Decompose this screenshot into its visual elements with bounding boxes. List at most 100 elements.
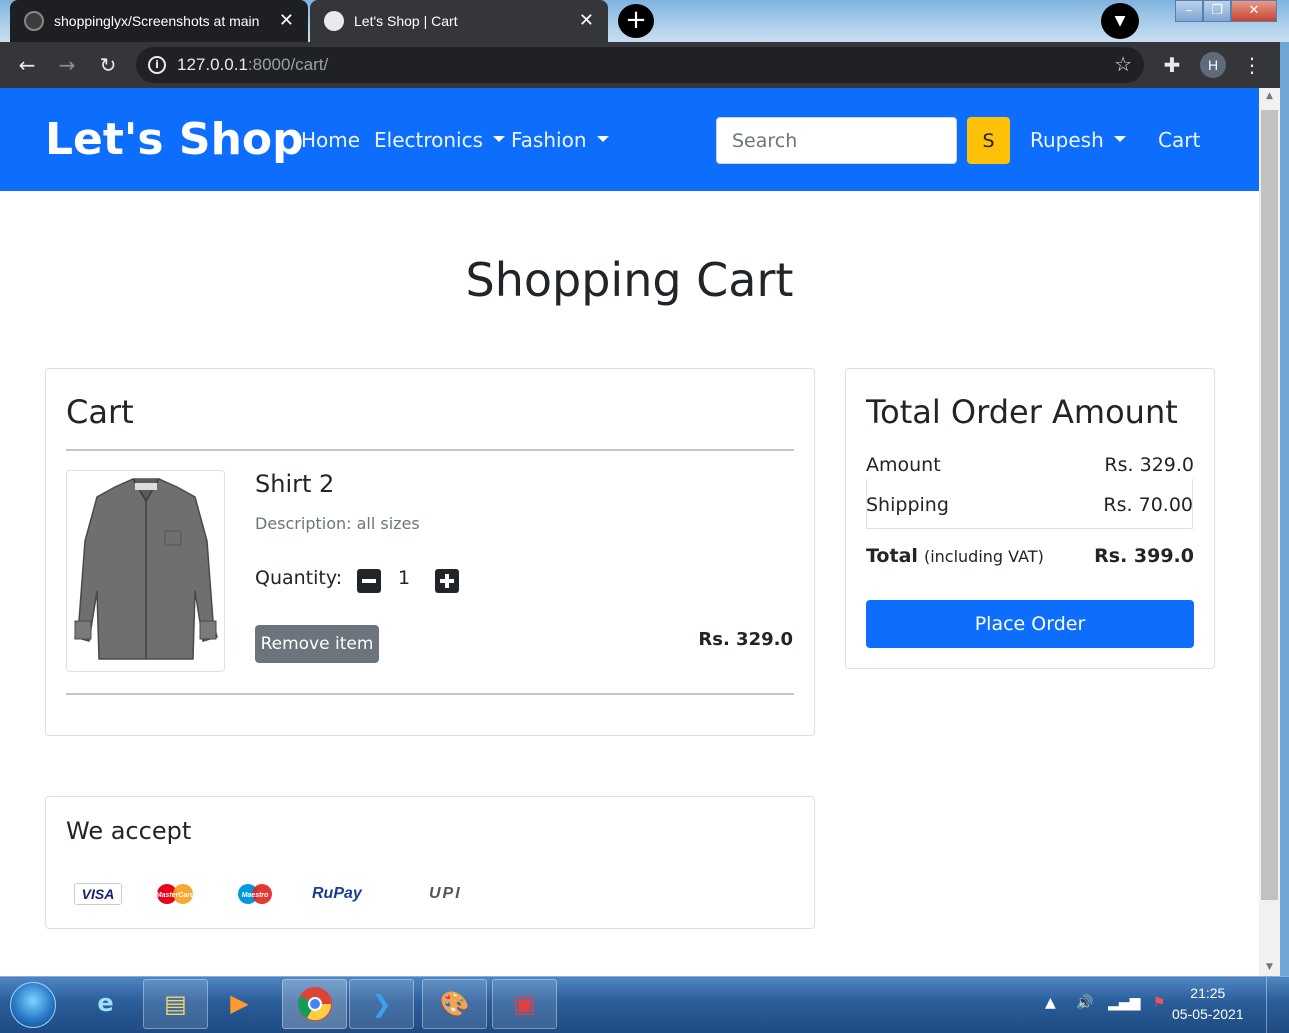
order-summary-card: Total Order Amount Amount Rs. 329.0 Ship… xyxy=(845,368,1215,669)
item-description: Description: all sizes xyxy=(255,514,420,533)
product-image xyxy=(66,470,225,672)
caret-down-icon xyxy=(493,136,506,142)
browser-tab-github[interactable]: shoppinglyx/Screenshots at main ✕ xyxy=(10,0,308,42)
browser-tab-strip: shoppinglyx/Screenshots at main ✕ Let's … xyxy=(0,0,1289,42)
cart-card: Cart Shirt 2 Description: all sizes Quan… xyxy=(45,368,815,736)
nav-user-dropdown[interactable]: Rupesh xyxy=(1030,128,1126,152)
divider xyxy=(66,693,794,695)
browser-toolbar: ← → ↻ i 127.0.0.1:8000/cart/ ☆ ✚ ⋮ xyxy=(0,42,1280,88)
system-clock[interactable]: 21:25 05-05-2021 xyxy=(1172,983,1244,1025)
reload-icon[interactable]: ↻ xyxy=(95,52,121,78)
total-label-group: Total (including VAT) xyxy=(866,545,1044,567)
nav-electronics-label: Electronics xyxy=(374,128,484,152)
quantity-value: 1 xyxy=(398,567,411,589)
page-title: Shopping Cart xyxy=(465,253,794,307)
url-host: 127.0.0.1 xyxy=(177,55,248,74)
item-name: Shirt 2 xyxy=(255,470,335,498)
payment-methods-card: We accept VISA MasterCard Maestro RuPay … xyxy=(45,796,815,929)
clock-time: 21:25 xyxy=(1190,985,1226,1001)
amount-label: Amount xyxy=(866,454,941,476)
search-button[interactable]: S xyxy=(967,117,1010,164)
file-explorer-icon[interactable]: ▤ xyxy=(143,979,208,1029)
mastercard-logo-icon: MasterCard xyxy=(150,883,200,905)
page-viewport: Let's Shop Home Electronics Fashion S Ru… xyxy=(0,88,1259,976)
window-controls: – ❐ ✕ xyxy=(1175,0,1277,22)
shipping-label: Shipping xyxy=(866,494,949,516)
order-summary-heading: Total Order Amount xyxy=(866,393,1178,431)
upi-logo-icon: UPI xyxy=(429,885,462,902)
action-center-flag-icon[interactable]: ⚑ xyxy=(1153,995,1166,1011)
item-price: Rs. 329.0 xyxy=(698,629,793,650)
scroll-up-arrow-icon[interactable]: ▲ xyxy=(1259,88,1280,105)
total-value: Rs. 399.0 xyxy=(1094,545,1194,567)
network-signal-icon[interactable]: ▂▄▆ xyxy=(1108,995,1140,1011)
profile-avatar[interactable]: H xyxy=(1200,52,1226,78)
github-favicon-icon xyxy=(24,11,44,31)
payment-heading: We accept xyxy=(66,817,192,845)
paint-palette-icon[interactable]: 🎨 xyxy=(422,979,487,1029)
tab-title: shoppinglyx/Screenshots at main xyxy=(54,13,260,29)
mastercard-logo-text: MasterCard xyxy=(156,892,195,899)
kebab-menu-icon[interactable]: ⋮ xyxy=(1239,52,1265,78)
address-bar[interactable]: i 127.0.0.1:8000/cart/ ☆ xyxy=(136,47,1144,83)
minimize-window-icon[interactable]: – xyxy=(1175,0,1203,22)
close-window-icon[interactable]: ✕ xyxy=(1231,0,1277,22)
cart-heading: Cart xyxy=(66,393,134,431)
amount-value: Rs. 329.0 xyxy=(1104,454,1194,476)
show-hidden-icons-icon[interactable]: ▲ xyxy=(1045,995,1056,1011)
windows-taskbar: e ▤ ▶ ❯ 🎨 ▣ ▲ 🔊 ▂▄▆ ⚑ 21:25 05-05-2021 xyxy=(0,976,1289,1033)
url-text[interactable]: 127.0.0.1:8000/cart/ xyxy=(177,55,328,75)
maestro-logo-text: Maestro xyxy=(242,892,270,899)
tab-title: Let's Shop | Cart xyxy=(354,13,458,29)
nav-home[interactable]: Home xyxy=(301,128,360,152)
internet-explorer-icon[interactable]: e xyxy=(73,979,138,1029)
vscode-icon[interactable]: ❯ xyxy=(349,979,414,1029)
tab-close-icon[interactable]: ✕ xyxy=(279,10,294,31)
rupay-logo-icon: RuPay xyxy=(312,885,362,902)
nav-fashion-label: Fashion xyxy=(511,128,587,152)
media-player-icon[interactable]: ▶ xyxy=(207,979,272,1029)
restore-window-icon[interactable]: ❐ xyxy=(1203,0,1231,22)
nav-cart[interactable]: Cart xyxy=(1158,128,1200,152)
total-label: Total xyxy=(866,545,918,567)
scrollbar-thumb[interactable] xyxy=(1261,110,1278,900)
system-tray: ▲ 🔊 ▂▄▆ ⚑ xyxy=(1045,995,1165,1011)
new-tab-plus-icon[interactable]: + xyxy=(618,4,654,38)
show-desktop-button[interactable] xyxy=(1266,977,1278,1033)
snipping-tool-icon[interactable]: ▣ xyxy=(492,979,557,1029)
nav-fashion-dropdown[interactable]: Fashion xyxy=(511,128,609,152)
shirt-image-icon xyxy=(74,478,218,660)
extensions-puzzle-icon[interactable]: ✚ xyxy=(1159,52,1185,78)
forward-arrow-icon[interactable]: → xyxy=(54,52,80,78)
windows-start-orb-icon[interactable] xyxy=(10,982,56,1028)
caret-down-icon xyxy=(596,136,609,142)
chrome-icon[interactable] xyxy=(282,979,347,1029)
increase-quantity-plus-icon[interactable] xyxy=(435,569,459,593)
clock-date: 05-05-2021 xyxy=(1172,1006,1244,1022)
search-input[interactable] xyxy=(716,117,957,164)
bookmark-star-icon[interactable]: ☆ xyxy=(1114,52,1132,76)
site-brand[interactable]: Let's Shop xyxy=(45,114,304,165)
scroll-down-arrow-icon[interactable]: ▼ xyxy=(1259,959,1280,976)
browser-tab-cart[interactable]: Let's Shop | Cart ✕ xyxy=(310,0,608,42)
place-order-button[interactable]: Place Order xyxy=(866,600,1194,648)
quantity-label: Quantity: xyxy=(255,567,343,589)
site-navbar: Let's Shop Home Electronics Fashion S Ru… xyxy=(0,88,1259,191)
nav-electronics-dropdown[interactable]: Electronics xyxy=(374,128,506,152)
back-arrow-icon[interactable]: ← xyxy=(14,52,40,78)
tab-search-dropdown-icon[interactable]: ▼ xyxy=(1101,3,1139,39)
divider xyxy=(66,449,794,451)
visa-logo-icon: VISA xyxy=(74,883,122,905)
decrease-quantity-minus-icon[interactable] xyxy=(357,569,381,593)
site-info-icon[interactable]: i xyxy=(148,56,166,74)
url-path: :8000/cart/ xyxy=(247,55,329,74)
tab-close-icon[interactable]: ✕ xyxy=(579,10,594,31)
page-scrollbar[interactable]: ▲ ▼ xyxy=(1259,88,1280,976)
globe-favicon-icon xyxy=(324,11,344,31)
caret-down-icon xyxy=(1113,136,1126,142)
total-vat-note: (including VAT) xyxy=(923,547,1044,566)
remove-item-button[interactable]: Remove item xyxy=(255,625,379,663)
nav-user-label: Rupesh xyxy=(1030,128,1104,152)
maestro-logo-icon: Maestro xyxy=(232,883,278,905)
volume-icon[interactable]: 🔊 xyxy=(1076,995,1093,1011)
